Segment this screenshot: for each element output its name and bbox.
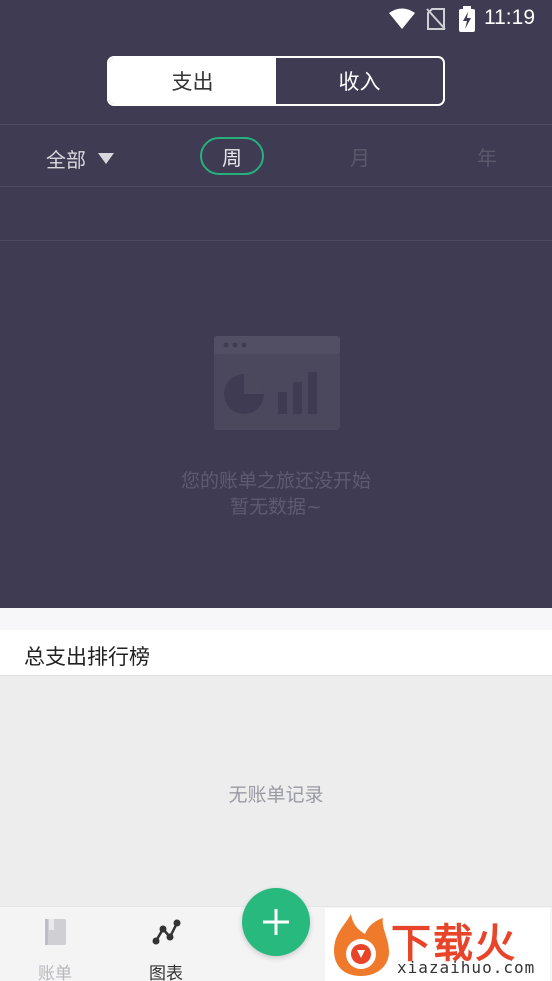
divider [0,124,552,125]
watermark-url: xiazaihuo.com [397,958,536,977]
divider [0,186,552,187]
chart-header-panel: 11:19 支出 收入 全部 周 月 年 您的账单之旅还没开始 暂无数据~ [0,0,552,608]
nav-label-chart: 图表 [149,964,183,981]
empty-chart-illustration-icon [214,336,340,430]
ranking-title: 总支出排行榜 [24,645,150,669]
divider [0,240,552,241]
nav-label-bills: 账单 [38,964,72,981]
wifi-icon [389,8,415,29]
dropdown-triangle-icon [98,153,114,164]
expense-tab[interactable]: 支出 [109,58,276,104]
income-tab[interactable]: 收入 [276,58,443,104]
line-chart-icon [152,919,181,945]
watermark-overlay: 下载火 xiazaihuo.com [325,908,550,981]
empty-state-message: 您的账单之旅还没开始 [180,470,371,492]
empty-state-submessage: 暂无数据~ [230,496,322,518]
bill-book-icon [45,919,66,945]
add-record-button[interactable] [242,888,310,956]
flame-logo-icon [334,914,389,976]
nav-item-chart[interactable]: 图表 [131,917,201,981]
period-year-tab[interactable]: 年 [467,137,507,175]
battery-charging-icon [459,6,475,32]
plus-icon [263,909,289,935]
no-sim-icon [426,8,446,30]
section-gap [0,608,552,630]
period-week-tab[interactable]: 周 [200,137,264,175]
category-filter-label: 全部 [46,148,86,172]
expense-income-toggle: 支出 收入 [107,56,445,106]
status-bar: 11:19 [0,0,552,40]
ranking-header: 总支出排行榜 [0,630,552,676]
category-filter-dropdown[interactable]: 全部 [46,144,114,173]
status-time: 11:19 [484,6,535,29]
nav-item-bills[interactable]: 账单 [20,917,90,981]
period-month-tab[interactable]: 月 [340,137,380,175]
no-records-text: 无账单记录 [228,784,324,806]
